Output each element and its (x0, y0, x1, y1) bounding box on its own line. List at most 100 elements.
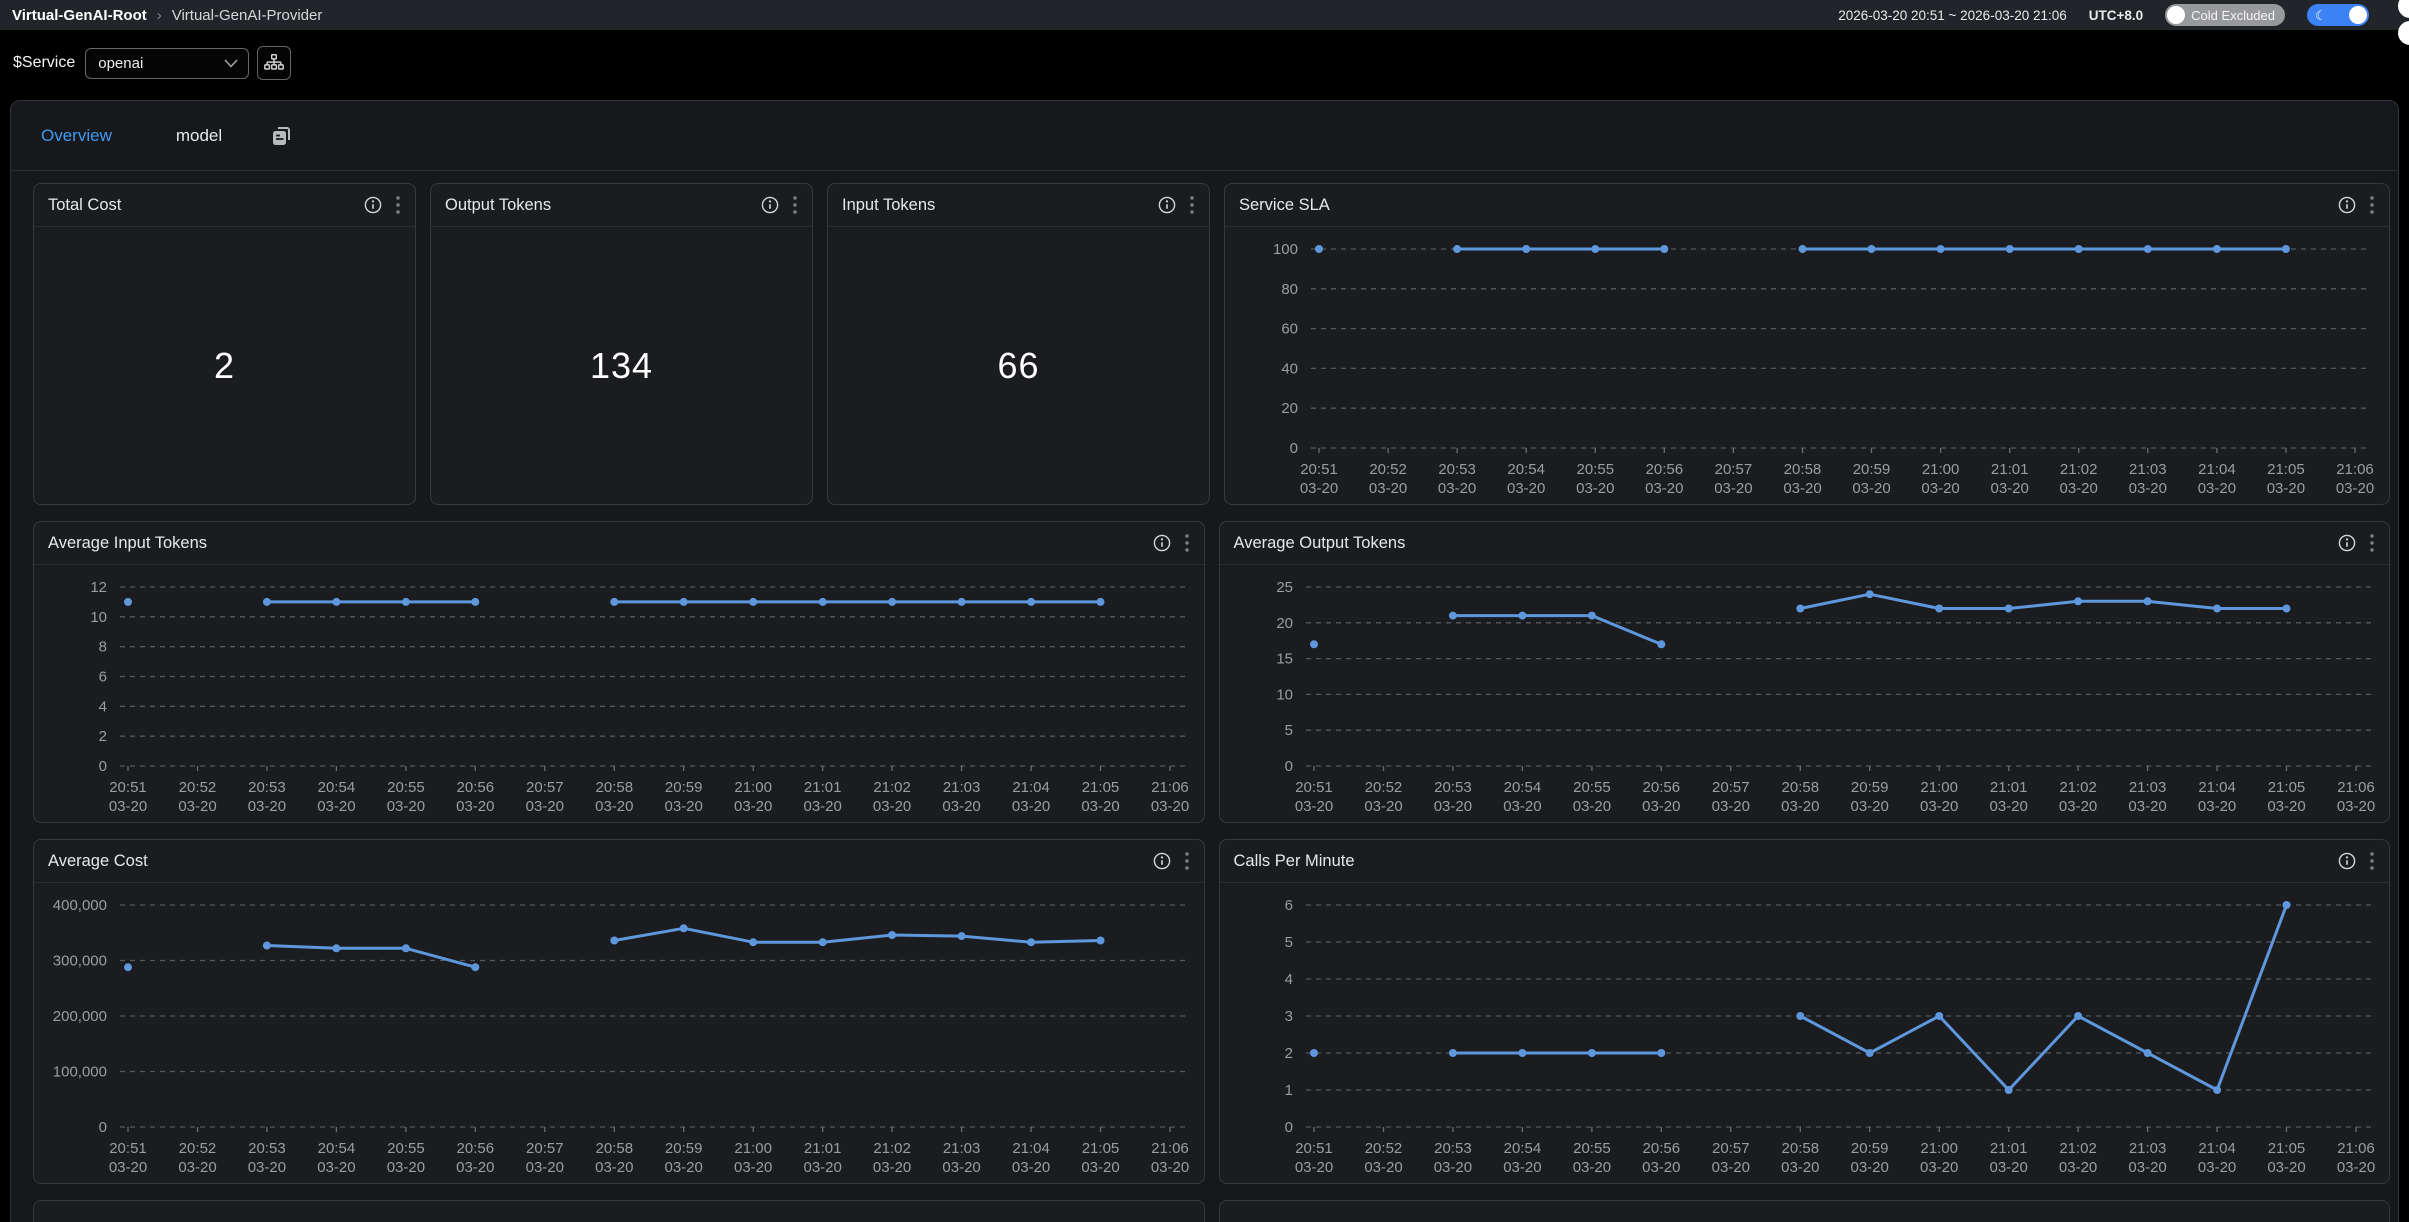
svg-text:21:0303-20: 21:0303-20 (2128, 779, 2166, 815)
floating-action-button[interactable] (2398, 0, 2409, 18)
line-chart[interactable]: 051015202520:5103-2020:5203-2020:5303-20… (1220, 565, 2390, 822)
tab-model[interactable]: model (176, 126, 222, 146)
info-icon[interactable] (1152, 533, 1172, 553)
kebab-menu-icon[interactable] (2369, 532, 2375, 554)
panel-title: Service SLA (1239, 196, 2337, 215)
dashboard-container: Overview model Total Cost (10, 100, 2399, 1222)
svg-text:20:5903-20: 20:5903-20 (1852, 461, 1890, 497)
copy-icon[interactable] (268, 123, 294, 149)
svg-text:20: 20 (1276, 615, 1293, 632)
svg-text:20:5803-20: 20:5803-20 (595, 779, 633, 815)
top-bar: Virtual-GenAI-Root › Virtual-GenAI-Provi… (0, 0, 2409, 30)
svg-text:20:5703-20: 20:5703-20 (526, 1140, 564, 1176)
svg-text:21:0103-20: 21:0103-20 (804, 1140, 842, 1176)
svg-text:21:0503-20: 21:0503-20 (2267, 461, 2305, 497)
time-range-picker[interactable]: 2026-03-20 20:51 ~ 2026-03-20 21:06 (1838, 8, 2067, 23)
panel-calls-per-minute: Calls Per Minute 012345620:5103-2020:520… (1219, 839, 2391, 1184)
svg-text:21:0303-20: 21:0303-20 (942, 779, 980, 815)
svg-text:25: 25 (1276, 579, 1293, 596)
panel-title: Input Tokens (842, 196, 1157, 215)
svg-text:0: 0 (1284, 1119, 1292, 1136)
svg-text:20:5703-20: 20:5703-20 (526, 779, 564, 815)
svg-text:21:0203-20: 21:0203-20 (873, 779, 911, 815)
svg-text:21:0003-20: 21:0003-20 (1920, 779, 1958, 815)
info-icon[interactable] (363, 195, 383, 215)
svg-text:21:0603-20: 21:0603-20 (1151, 779, 1189, 815)
panel-average-cost: Average Cost 0100,000200,000300,000400,0… (33, 839, 1205, 1184)
svg-text:20:5303-20: 20:5303-20 (1438, 461, 1476, 497)
line-chart[interactable]: 02468101220:5103-2020:5203-2020:5303-202… (34, 565, 1204, 822)
stat-value: 66 (997, 345, 1039, 387)
panel-partial-left (33, 1200, 1205, 1222)
breadcrumb-root[interactable]: Virtual-GenAI-Root (12, 7, 147, 24)
info-icon[interactable] (2337, 533, 2357, 553)
svg-text:5: 5 (1284, 934, 1292, 951)
svg-text:20:5203-20: 20:5203-20 (1364, 1140, 1402, 1176)
svg-text:8: 8 (99, 639, 107, 656)
info-icon[interactable] (2337, 851, 2357, 871)
timezone-label[interactable]: UTC+8.0 (2089, 8, 2143, 23)
svg-text:20:5903-20: 20:5903-20 (665, 1140, 703, 1176)
kebab-menu-icon[interactable] (1184, 532, 1190, 554)
svg-text:20:5703-20: 20:5703-20 (1714, 461, 1752, 497)
svg-text:21:0603-20: 21:0603-20 (2336, 1140, 2374, 1176)
line-chart[interactable]: 02040608010020:5103-2020:5203-2020:5303-… (1225, 227, 2389, 504)
svg-text:20:5403-20: 20:5403-20 (1503, 779, 1541, 815)
line-chart[interactable]: 012345620:5103-2020:5203-2020:5303-2020:… (1220, 883, 2390, 1183)
kebab-menu-icon[interactable] (1189, 194, 1195, 216)
svg-text:20: 20 (1281, 400, 1298, 417)
info-icon[interactable] (2337, 195, 2357, 215)
svg-text:21:0103-20: 21:0103-20 (1989, 779, 2027, 815)
svg-text:21:0403-20: 21:0403-20 (2198, 461, 2236, 497)
svg-text:20:5303-20: 20:5303-20 (1433, 1140, 1471, 1176)
svg-text:20:5803-20: 20:5803-20 (1783, 461, 1821, 497)
svg-text:20:5903-20: 20:5903-20 (665, 779, 703, 815)
kebab-menu-icon[interactable] (792, 194, 798, 216)
tab-overview[interactable]: Overview (41, 126, 112, 146)
panel-title: Average Cost (48, 852, 1152, 871)
svg-text:20:5103-20: 20:5103-20 (1300, 461, 1338, 497)
panel-service-sla: Service SLA 02040608010020:5103-2020:520… (1224, 183, 2390, 505)
svg-text:20:5503-20: 20:5503-20 (1572, 779, 1610, 815)
svg-text:4: 4 (1284, 971, 1292, 988)
svg-text:60: 60 (1281, 321, 1298, 338)
svg-text:0: 0 (99, 758, 107, 775)
breadcrumb-separator-icon: › (157, 7, 162, 24)
topology-button[interactable] (257, 46, 291, 80)
theme-toggle[interactable]: ☾ (2307, 4, 2369, 26)
topology-icon (263, 52, 285, 74)
svg-text:21:0103-20: 21:0103-20 (1989, 1140, 2027, 1176)
svg-text:21:0303-20: 21:0303-20 (2128, 1140, 2166, 1176)
service-select[interactable]: openai (85, 48, 249, 79)
svg-text:20:5803-20: 20:5803-20 (1781, 779, 1819, 815)
line-chart[interactable]: 0100,000200,000300,000400,00020:5103-202… (34, 883, 1204, 1183)
info-icon[interactable] (1157, 195, 1177, 215)
kebab-menu-icon[interactable] (2369, 194, 2375, 216)
kebab-menu-icon[interactable] (2369, 850, 2375, 872)
info-icon[interactable] (760, 195, 780, 215)
info-icon[interactable] (1152, 851, 1172, 871)
moon-icon: ☾ (2315, 9, 2327, 22)
svg-text:20:5603-20: 20:5603-20 (1645, 461, 1683, 497)
svg-text:20:5403-20: 20:5403-20 (1503, 1140, 1541, 1176)
svg-text:20:5803-20: 20:5803-20 (1781, 1140, 1819, 1176)
svg-text:20:5503-20: 20:5503-20 (1576, 461, 1614, 497)
kebab-menu-icon[interactable] (395, 194, 401, 216)
floating-action-button[interactable] (2398, 21, 2409, 45)
panel-partial-right (1219, 1200, 2391, 1222)
svg-text:20:5603-20: 20:5603-20 (456, 779, 494, 815)
svg-text:20:5303-20: 20:5303-20 (248, 1140, 286, 1176)
svg-text:21:0303-20: 21:0303-20 (2129, 461, 2167, 497)
kebab-menu-icon[interactable] (1184, 850, 1190, 872)
svg-text:21:0503-20: 21:0503-20 (2267, 779, 2305, 815)
svg-text:21:0303-20: 21:0303-20 (942, 1140, 980, 1176)
svg-text:21:0103-20: 21:0103-20 (804, 779, 842, 815)
svg-text:20:5103-20: 20:5103-20 (1294, 1140, 1332, 1176)
svg-text:20:5603-20: 20:5603-20 (456, 1140, 494, 1176)
svg-text:21:0603-20: 21:0603-20 (2336, 461, 2374, 497)
cold-excluded-toggle[interactable]: Cold Excluded (2165, 4, 2285, 26)
svg-text:21:0603-20: 21:0603-20 (2336, 779, 2374, 815)
svg-text:21:0403-20: 21:0403-20 (1012, 1140, 1050, 1176)
svg-text:20:5203-20: 20:5203-20 (1369, 461, 1407, 497)
svg-text:21:0503-20: 21:0503-20 (1081, 779, 1119, 815)
